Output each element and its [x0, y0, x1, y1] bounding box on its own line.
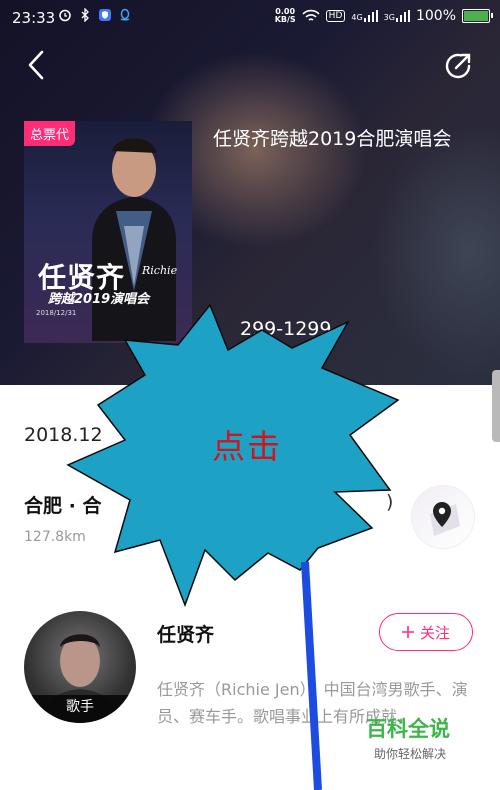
battery-fill	[464, 11, 488, 21]
signal-icon	[363, 10, 378, 22]
signal-4g: 4G	[351, 10, 378, 22]
avatar-role-label: 歌手	[24, 695, 136, 723]
ticket-agent-badge: 总票代	[24, 121, 76, 146]
event-poster[interactable]: 任贤齐 Richie 跨越2019演唱会 2018/12/31	[24, 121, 192, 343]
poster-english-name: Richie	[142, 264, 178, 277]
map-button[interactable]	[412, 486, 474, 548]
venue-distance: 127.8km	[24, 529, 86, 545]
status-bar: 23:33 0.00 KB/S HD 4G 3G 100%	[0, 0, 500, 34]
share-button[interactable]	[442, 50, 474, 82]
poster-subtitle: 跨越2019演唱会	[48, 292, 150, 307]
follow-button[interactable]: 关注	[379, 613, 473, 651]
watermark-subtitle: 助你轻松解决	[374, 747, 447, 761]
wifi-icon	[302, 9, 320, 21]
battery-icon	[462, 9, 493, 23]
hd-badge: HD	[325, 10, 346, 22]
artist-avatar[interactable]: 歌手	[24, 611, 136, 723]
watermark-title: 百科全说	[366, 717, 450, 741]
battery-text: 100%	[415, 8, 456, 24]
signal-3g: 3G	[384, 10, 410, 22]
watermark: 百科全说 助你轻松解决	[366, 713, 450, 762]
plus-icon	[401, 626, 414, 638]
map-pin-icon	[430, 502, 460, 536]
artist-name[interactable]: 任贤齐	[157, 620, 214, 647]
price-range: 299-1299	[240, 318, 332, 340]
back-button[interactable]	[22, 48, 52, 82]
venue-suffix: )	[386, 491, 394, 513]
shield-app-icon	[99, 9, 111, 21]
net-speed: 0.00 KB/S	[274, 7, 296, 24]
scroll-handle[interactable]	[492, 370, 500, 442]
event-title: 任贤齐跨越2019合肥演唱会	[213, 128, 452, 150]
chevron-left-icon	[28, 50, 44, 80]
signal-icon	[395, 10, 410, 22]
venue-city[interactable]: 合肥 · 合	[24, 491, 101, 518]
status-time: 23:33	[12, 9, 56, 27]
alarm-icon	[59, 9, 71, 22]
click-callout-label: 点击	[212, 427, 282, 466]
poster-artist-image	[92, 138, 176, 341]
poster-date: 2018/12/31	[36, 309, 77, 317]
bluetooth-icon	[81, 8, 89, 22]
qq-icon	[120, 8, 130, 21]
event-date: 2018.12	[24, 424, 103, 446]
share-icon	[445, 53, 471, 79]
follow-label: 关注	[419, 623, 450, 642]
